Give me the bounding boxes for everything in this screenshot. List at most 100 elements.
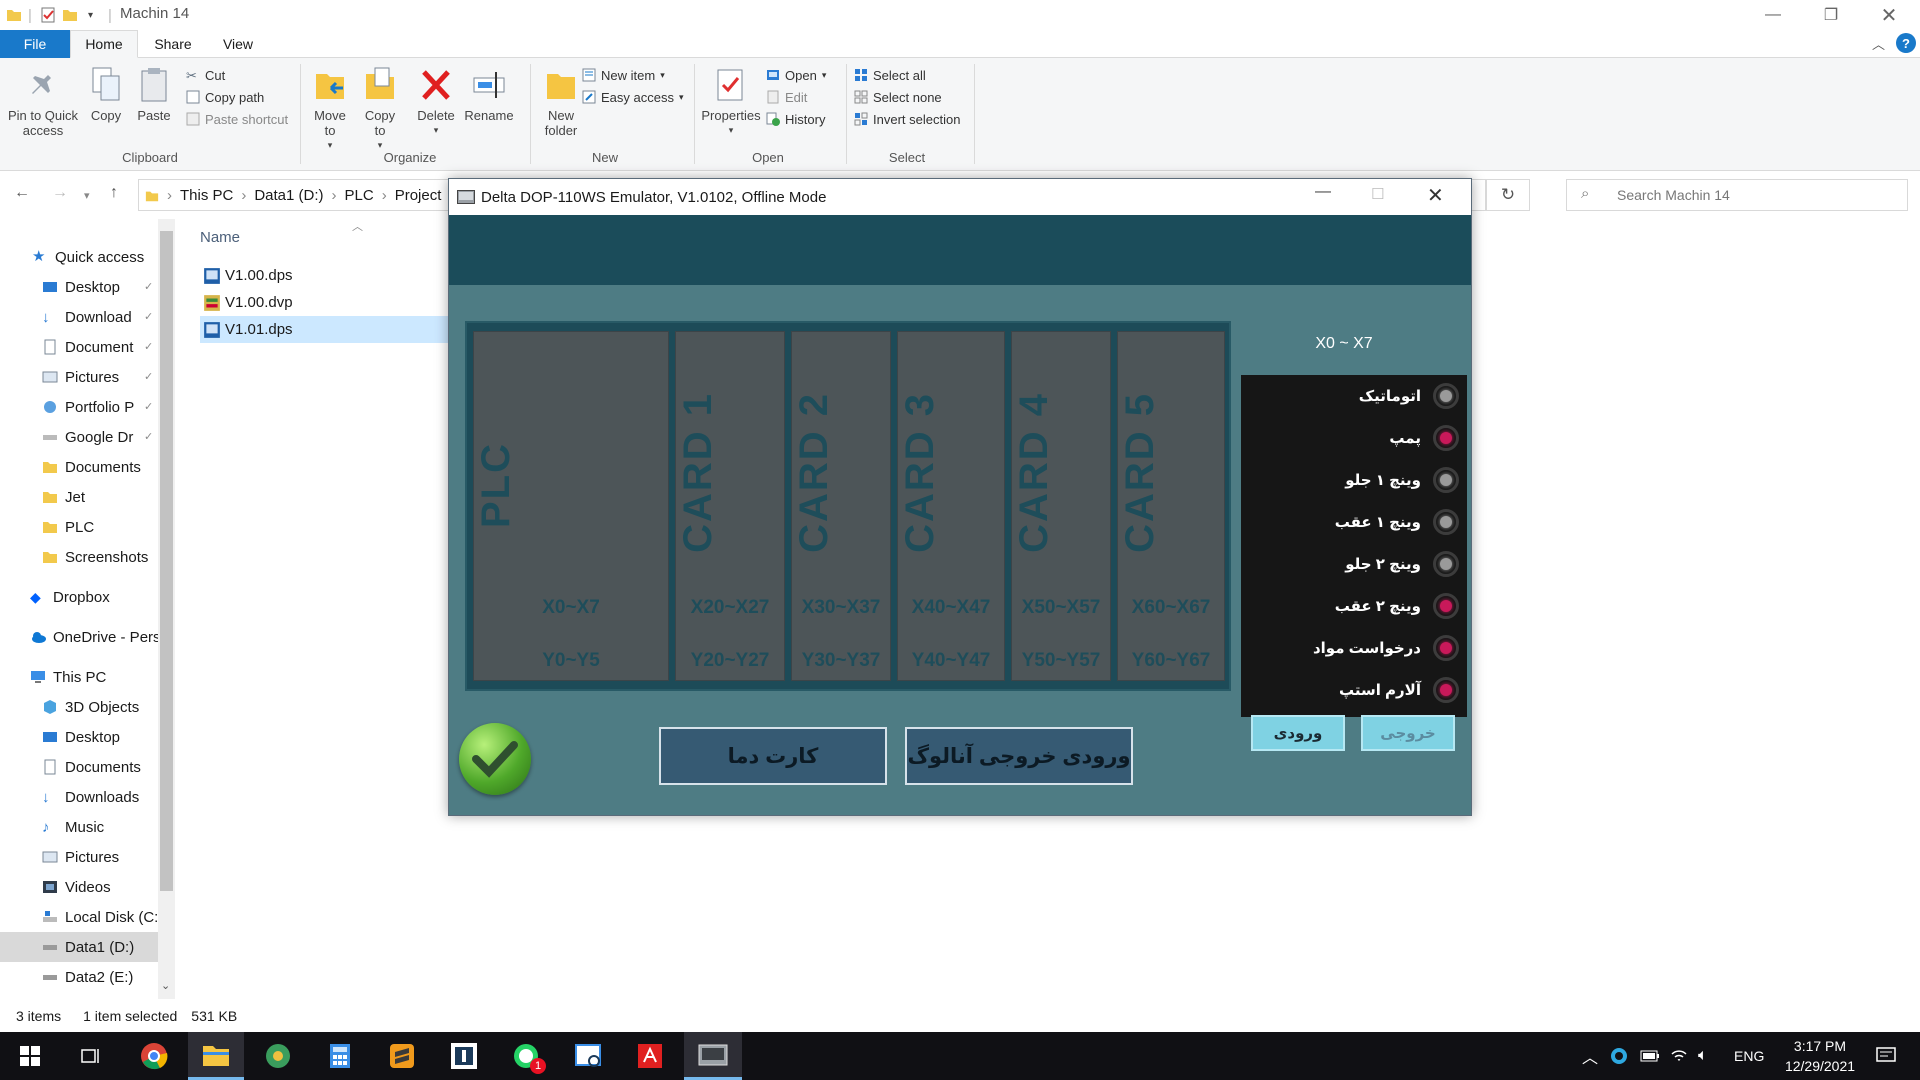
whatsapp-taskbar-button[interactable]: 1: [498, 1032, 554, 1080]
nav-item-google-drive[interactable]: Google Dr ✓: [0, 422, 158, 452]
breadcrumb-project[interactable]: Project: [395, 187, 442, 204]
easy-access-button[interactable]: Easy access ▾: [582, 86, 684, 108]
back-button[interactable]: ←: [14, 184, 30, 202]
copy-button[interactable]: Copy: [84, 66, 128, 123]
nav-item-data2-e[interactable]: Data2 (E:): [0, 962, 158, 992]
nav-dropbox[interactable]: ◆ Dropbox: [0, 582, 158, 612]
file-row[interactable]: V1.00.dvp: [200, 289, 450, 316]
restore-button[interactable]: ❐: [1802, 0, 1860, 30]
pin-to-quick-access-button[interactable]: Pin to Quick access: [6, 66, 80, 138]
rename-button[interactable]: Rename: [464, 66, 514, 123]
analog-io-button[interactable]: ورودی خروجی آنالوگ: [905, 727, 1133, 785]
edit-button[interactable]: Edit: [766, 86, 826, 108]
volume-icon[interactable]: 🔈︎: [1698, 1032, 1708, 1080]
nav-item-documents[interactable]: Document ✓: [0, 332, 158, 362]
forward-button[interactable]: →: [52, 184, 68, 202]
nav-item-plc[interactable]: PLC: [0, 512, 158, 542]
copy-to-button[interactable]: Copy to ▾: [358, 66, 402, 153]
input-language[interactable]: ENG: [1734, 1032, 1764, 1080]
up-button[interactable]: ↑: [110, 184, 118, 202]
wifi-icon[interactable]: [1670, 1032, 1688, 1080]
input-button[interactable]: ورودی: [1251, 715, 1345, 751]
select-none-button[interactable]: Select none: [854, 86, 960, 108]
breadcrumb-plc[interactable]: PLC: [345, 187, 374, 204]
nav-item-pc-downloads[interactable]: ↓ Downloads: [0, 782, 158, 812]
acrobat-taskbar-button[interactable]: [622, 1032, 678, 1080]
invert-selection-button[interactable]: Invert selection: [854, 108, 960, 130]
open-button[interactable]: Open ▾: [766, 64, 826, 86]
chrome-taskbar-button[interactable]: [126, 1032, 182, 1080]
rack-slot-card-5[interactable]: CARD 5 X60~X67 Y60~Y67: [1117, 331, 1225, 681]
emulator-close-button[interactable]: ✕: [1427, 183, 1444, 208]
show-hidden-icons-icon[interactable]: ︿: [1582, 1032, 1598, 1080]
file-row[interactable]: V1.00.dps: [200, 262, 450, 289]
properties-quick-icon[interactable]: [40, 6, 56, 24]
sublime-taskbar-button[interactable]: [374, 1032, 430, 1080]
nav-this-pc[interactable]: This PC: [0, 662, 158, 692]
minimize-button[interactable]: —: [1744, 0, 1802, 30]
select-all-button[interactable]: Select all: [854, 64, 960, 86]
rack-slot-card-3[interactable]: CARD 3 X40~X47 Y40~Y47: [897, 331, 1005, 681]
emulator-maximize-button[interactable]: ☐: [1371, 185, 1384, 203]
calculator-taskbar-button[interactable]: [312, 1032, 368, 1080]
rack-slot-card-4[interactable]: CARD 4 X50~X57 Y50~Y57: [1011, 331, 1111, 681]
file-explorer-taskbar-button[interactable]: [188, 1032, 244, 1080]
nav-item-screenshots[interactable]: Screenshots: [0, 542, 158, 572]
refresh-button[interactable]: ↻: [1486, 179, 1530, 211]
ise-taskbar-button[interactable]: [436, 1032, 492, 1080]
file-row-selected[interactable]: V1.01.dps: [200, 316, 446, 343]
nav-item-pc-pictures[interactable]: Pictures: [0, 842, 158, 872]
edge-tray-icon[interactable]: [1610, 1032, 1628, 1080]
nav-item-music[interactable]: ♪ Music: [0, 812, 158, 842]
rack-slot-card-1[interactable]: CARD 1 X20~X27 Y20~Y27: [675, 331, 785, 681]
nav-item-videos[interactable]: Videos: [0, 872, 158, 902]
rack-slot-plc[interactable]: PLC X0~X7 Y0~Y5: [473, 331, 669, 681]
nav-item-data1-d[interactable]: Data1 (D:): [0, 932, 158, 962]
tab-home[interactable]: Home: [70, 30, 138, 58]
tab-share[interactable]: Share: [138, 30, 208, 58]
screen-snip-taskbar-button[interactable]: [560, 1032, 616, 1080]
clock[interactable]: 3:17 PM 12/29/2021: [1782, 1032, 1858, 1080]
search-input[interactable]: Search Machin 14: [1617, 187, 1730, 203]
output-button[interactable]: خروجی: [1361, 715, 1455, 751]
close-button[interactable]: ✕: [1860, 0, 1918, 30]
nav-item-pc-desktop[interactable]: Desktop: [0, 722, 158, 752]
nav-item-jet[interactable]: Jet: [0, 482, 158, 512]
history-button[interactable]: History: [766, 108, 826, 130]
properties-button[interactable]: Properties ▾: [700, 66, 762, 138]
temperature-card-button[interactable]: کارت دما: [659, 727, 887, 785]
paste-shortcut-button[interactable]: Paste shortcut: [186, 108, 288, 130]
paste-button[interactable]: Paste: [132, 66, 176, 123]
search-box[interactable]: ⌕ Search Machin 14: [1566, 179, 1908, 211]
emulator-minimize-button[interactable]: —: [1315, 183, 1331, 201]
cut-button[interactable]: ✂ Cut: [186, 64, 288, 86]
column-header-name[interactable]: Name: [200, 229, 240, 246]
delete-button[interactable]: Delete ▾: [414, 66, 458, 138]
network-app-taskbar-button[interactable]: [250, 1032, 306, 1080]
nav-quick-access[interactable]: ★ Quick access: [0, 242, 158, 272]
start-button[interactable]: [2, 1032, 58, 1080]
nav-item-local-disk-c[interactable]: Local Disk (C:: [0, 902, 158, 932]
notifications-icon[interactable]: [1876, 1032, 1896, 1080]
tab-file[interactable]: File: [0, 30, 70, 58]
new-folder-button[interactable]: New folder: [536, 66, 586, 138]
confirm-check-icon[interactable]: [459, 723, 531, 795]
customize-quick-access-icon[interactable]: ▾: [88, 6, 93, 24]
nav-onedrive[interactable]: OneDrive - Pers: [0, 622, 158, 652]
nav-item-portfolio[interactable]: Portfolio P ✓: [0, 392, 158, 422]
battery-icon[interactable]: [1640, 1032, 1660, 1080]
emulator-taskbar-button[interactable]: [684, 1032, 742, 1080]
new-item-button[interactable]: New item ▾: [582, 64, 684, 86]
help-icon[interactable]: ?: [1896, 33, 1916, 53]
nav-item-desktop[interactable]: Desktop ✓: [0, 272, 158, 302]
breadcrumb-data1[interactable]: Data1 (D:): [254, 187, 323, 204]
recent-locations-icon[interactable]: ▾: [84, 189, 90, 202]
nav-item-pc-documents[interactable]: Documents: [0, 752, 158, 782]
new-folder-quick-icon[interactable]: [62, 6, 78, 24]
move-to-button[interactable]: Move to ▾: [308, 66, 352, 153]
rack-slot-card-2[interactable]: CARD 2 X30~X37 Y30~Y37: [791, 331, 891, 681]
nav-item-downloads[interactable]: ↓ Download ✓: [0, 302, 158, 332]
tab-view[interactable]: View: [208, 30, 268, 58]
breadcrumb-this-pc[interactable]: This PC: [180, 187, 233, 204]
nav-item-3d-objects[interactable]: 3D Objects: [0, 692, 158, 722]
